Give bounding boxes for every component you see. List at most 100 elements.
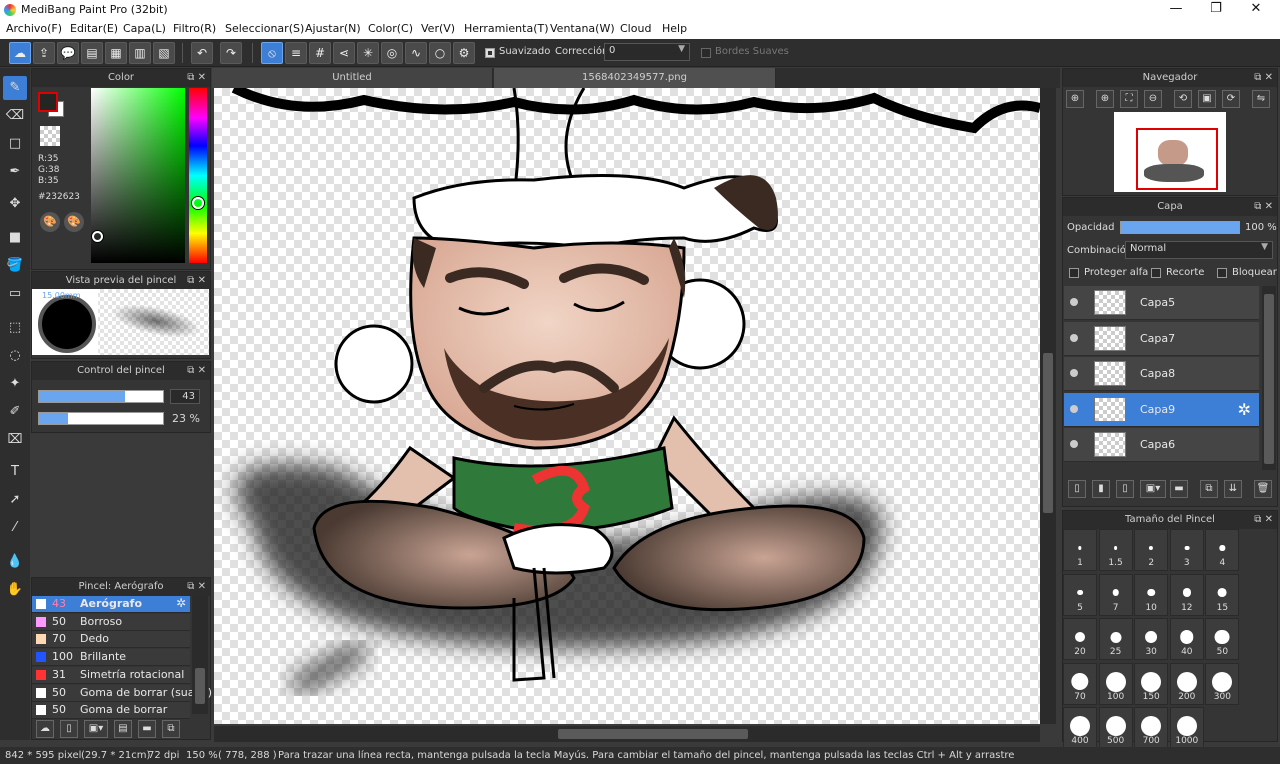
brush-settings-icon[interactable]: ▤ bbox=[114, 720, 132, 738]
primary-color-swatch-front[interactable] bbox=[38, 92, 58, 112]
blend-mode-select[interactable]: Normal ▼ bbox=[1125, 241, 1273, 259]
parallel-snap-icon[interactable]: ≡ bbox=[285, 42, 307, 64]
grid-snap-icon[interactable]: # bbox=[309, 42, 331, 64]
flip-icon[interactable]: ⇋ bbox=[1252, 90, 1270, 108]
brush-size-preset[interactable]: 50 bbox=[1205, 618, 1240, 660]
hue-slider[interactable] bbox=[189, 88, 207, 263]
concentric-snap-icon[interactable]: ◎ bbox=[381, 42, 403, 64]
visibility-icon[interactable] bbox=[1070, 404, 1078, 413]
fit-window-icon[interactable]: ⛶ bbox=[1120, 90, 1138, 108]
menu-archivo[interactable]: Archivo(F) bbox=[6, 22, 62, 35]
navigator-thumbnail[interactable] bbox=[1114, 112, 1226, 192]
brush-size-preset[interactable]: 40 bbox=[1169, 618, 1204, 660]
correction-select[interactable]: 0 ▼ bbox=[604, 43, 690, 61]
brush-size-preset[interactable]: 100 bbox=[1098, 662, 1133, 705]
panel-buttons[interactable]: ⧉ ✕ bbox=[187, 362, 206, 380]
menu-herramienta[interactable]: Herramienta(T) bbox=[464, 22, 549, 35]
layer-row[interactable]: Capa6 bbox=[1064, 428, 1259, 462]
panel-buttons[interactable]: ⧉ ✕ bbox=[187, 578, 206, 596]
menu-help[interactable]: Help bbox=[662, 22, 687, 35]
brush-size-preset[interactable]: 150 bbox=[1134, 662, 1169, 705]
smoothing-checkbox[interactable] bbox=[485, 48, 495, 58]
shape-tool-icon[interactable]: □ bbox=[3, 132, 27, 156]
eraser-tool-icon[interactable]: ⌫ bbox=[3, 104, 27, 128]
menu-seleccionar[interactable]: Seleccionar(S) bbox=[225, 22, 304, 35]
pen-tool-icon[interactable]: ✒ bbox=[3, 160, 27, 184]
brush-size-preset[interactable]: 70 bbox=[1063, 662, 1097, 705]
page-icon[interactable]: ▦ bbox=[105, 42, 127, 64]
protect-alpha-checkbox[interactable] bbox=[1069, 268, 1079, 278]
brush-size-preset[interactable]: 25 bbox=[1098, 618, 1133, 660]
menu-ver[interactable]: Ver(V) bbox=[421, 22, 455, 35]
snap-settings-icon[interactable]: ⚙ bbox=[453, 42, 475, 64]
brush-size-preset[interactable]: 1 bbox=[1063, 529, 1097, 571]
text-tool-icon[interactable]: T bbox=[3, 460, 27, 484]
layer-opacity-slider[interactable] bbox=[1120, 221, 1240, 234]
brush-size-preset[interactable]: 12 bbox=[1169, 573, 1204, 616]
hue-cursor[interactable] bbox=[192, 197, 204, 209]
menu-filtro[interactable]: Filtro(R) bbox=[173, 22, 216, 35]
scroll-thumb[interactable] bbox=[1043, 353, 1053, 513]
lock-checkbox[interactable] bbox=[1217, 268, 1227, 278]
layer-folder-icon[interactable]: ▬ bbox=[1170, 480, 1188, 498]
fill-rect-tool-icon[interactable]: ■ bbox=[3, 226, 27, 250]
circle-snap-icon[interactable]: ○ bbox=[429, 42, 451, 64]
brush-size-preset[interactable]: 500 bbox=[1098, 707, 1133, 749]
merge-layer-icon[interactable]: ⇊ bbox=[1224, 480, 1242, 498]
add-layer-dropdown[interactable]: ▣▾ bbox=[1140, 480, 1166, 498]
brush-list-item[interactable]: 100 Brillante bbox=[32, 649, 190, 667]
scroll-thumb[interactable] bbox=[558, 729, 748, 739]
operation-tool-icon[interactable]: ➚ bbox=[3, 488, 27, 512]
layer-row[interactable]: Capa7 bbox=[1064, 321, 1259, 356]
brush-size-preset[interactable]: 5 bbox=[1063, 573, 1097, 616]
brush-size-preset[interactable]: 2 bbox=[1134, 529, 1169, 571]
gear-icon[interactable]: ✲ bbox=[1238, 400, 1251, 419]
brush-size-preset[interactable]: 4 bbox=[1205, 529, 1240, 571]
transparent-swatch[interactable] bbox=[40, 126, 60, 146]
visibility-icon[interactable] bbox=[1070, 440, 1078, 448]
panel-buttons[interactable]: ⧉ ✕ bbox=[1254, 69, 1273, 87]
undo-icon[interactable]: ↶ bbox=[191, 42, 213, 64]
layer-row[interactable]: Capa9 ✲ bbox=[1064, 392, 1259, 427]
snap-off-icon[interactable]: ⦸ bbox=[261, 42, 283, 64]
brush-tool-icon[interactable]: ✎ bbox=[3, 76, 27, 100]
speech-bubble-icon[interactable]: 💬 bbox=[57, 42, 79, 64]
brush-size-preset[interactable]: 300 bbox=[1205, 662, 1240, 705]
new-1bit-layer-icon[interactable]: ▯ bbox=[1116, 480, 1134, 498]
brush-size-preset[interactable]: 15 bbox=[1205, 573, 1240, 616]
rotate-reset-icon[interactable]: ▣ bbox=[1198, 90, 1216, 108]
brush-size-preset[interactable]: 700 bbox=[1134, 707, 1169, 749]
new-8bit-layer-icon[interactable]: ▮ bbox=[1092, 480, 1110, 498]
brush-size-preset[interactable]: 1000 bbox=[1169, 707, 1204, 749]
brush-list-item[interactable]: 50 Borroso bbox=[32, 613, 190, 631]
duplicate-layer-icon[interactable]: ⧉ bbox=[1200, 480, 1218, 498]
curve-snap-icon[interactable]: ∿ bbox=[405, 42, 427, 64]
panel-buttons[interactable]: ⧉ ✕ bbox=[187, 69, 206, 87]
upload-icon[interactable]: ⇪ bbox=[33, 42, 55, 64]
radial-snap-icon[interactable]: ✳ bbox=[357, 42, 379, 64]
clipping-checkbox[interactable] bbox=[1151, 268, 1161, 278]
eyedropper-icon[interactable]: 💧 bbox=[3, 550, 27, 574]
scroll-thumb[interactable] bbox=[1264, 294, 1274, 464]
tab-image[interactable]: 1568402349577.png bbox=[494, 68, 776, 88]
brush-size-preset[interactable]: 3 bbox=[1169, 529, 1204, 571]
horizontal-scrollbar[interactable] bbox=[214, 726, 1040, 742]
move-tool-icon[interactable]: ✥ bbox=[3, 192, 27, 216]
panel-buttons[interactable]: ⧉ ✕ bbox=[187, 272, 206, 290]
size-slider[interactable] bbox=[38, 390, 164, 403]
bucket-tool-icon[interactable]: 🪣 bbox=[3, 254, 27, 278]
select-pen-icon[interactable]: ✐ bbox=[3, 400, 27, 424]
scroll-thumb[interactable] bbox=[195, 668, 205, 704]
menu-capa[interactable]: Capa(L) bbox=[123, 22, 166, 35]
saturation-value-picker[interactable] bbox=[91, 88, 185, 263]
layer-row[interactable]: Capa5 bbox=[1064, 286, 1259, 320]
divide-tool-icon[interactable]: ⁄ bbox=[3, 516, 27, 540]
brush-size-preset[interactable]: 7 bbox=[1098, 573, 1133, 616]
new-brush-icon[interactable]: ▯ bbox=[60, 720, 78, 738]
redo-icon[interactable]: ↷ bbox=[220, 42, 242, 64]
perspective-snap-icon[interactable]: ⋖ bbox=[333, 42, 355, 64]
brush-cloud-icon[interactable]: ☁ bbox=[36, 720, 54, 738]
maximize-button[interactable]: ❐ bbox=[1196, 0, 1236, 20]
menu-color[interactable]: Color(C) bbox=[368, 22, 413, 35]
brush-size-preset[interactable]: 10 bbox=[1134, 573, 1169, 616]
